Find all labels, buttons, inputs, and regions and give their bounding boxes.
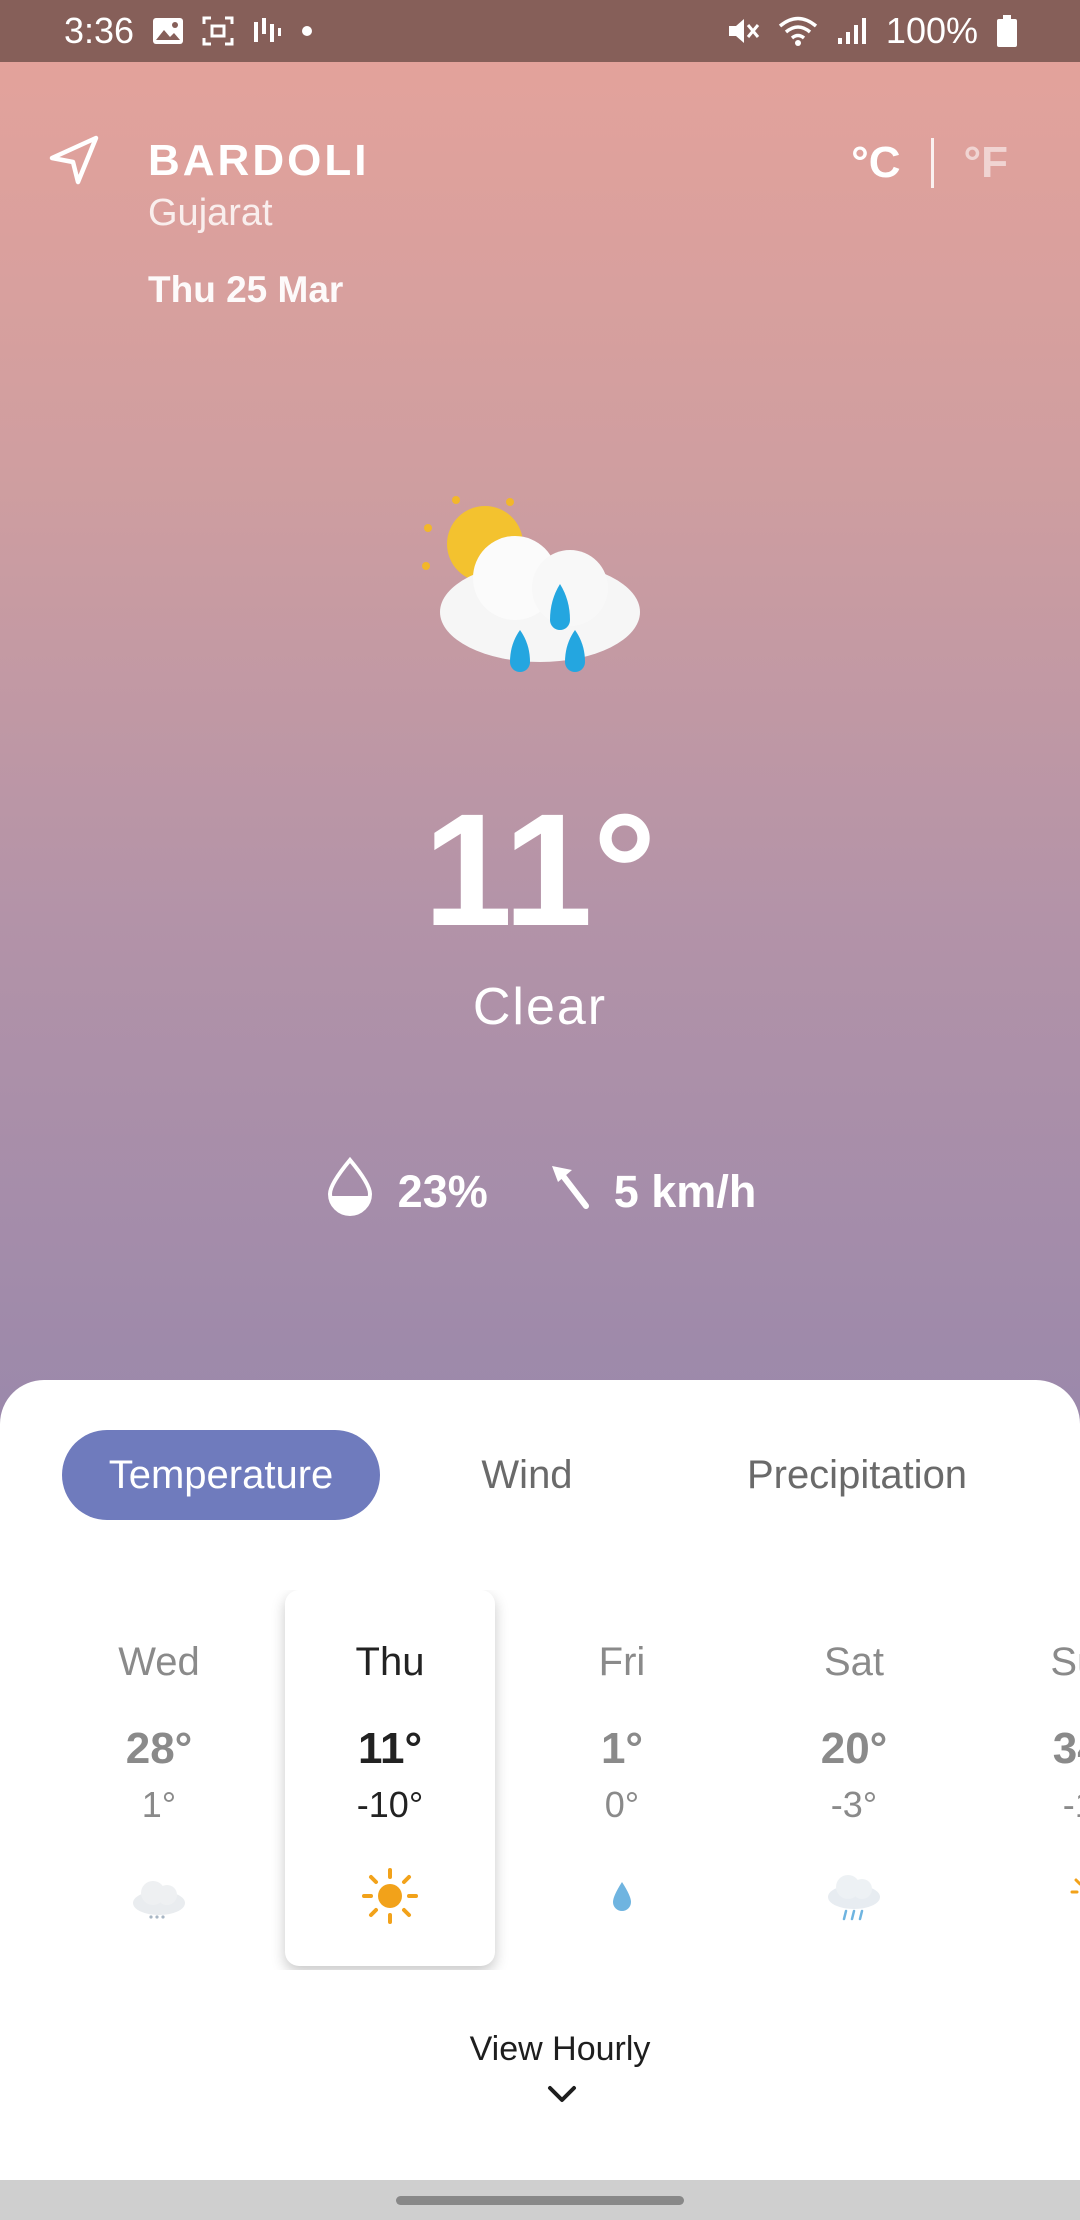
tab-precipitation[interactable]: Precipitation <box>696 1430 1018 1520</box>
tab-wind[interactable]: Wind <box>442 1430 612 1520</box>
unit-divider <box>930 138 934 188</box>
day-low: 1° <box>141 1784 177 1825</box>
signal-icon <box>836 16 868 46</box>
region-name: Gujarat <box>148 192 273 234</box>
day-high: 34° <box>1052 1724 1080 1773</box>
status-right: 100% <box>726 10 1018 52</box>
tab-temperature[interactable]: Temperature <box>62 1430 380 1520</box>
status-left: 3:36 <box>64 10 314 52</box>
day-high: 1° <box>600 1724 644 1773</box>
humidity-metric: 23% <box>324 1156 488 1227</box>
current-date: Thu 25 Mar <box>148 269 344 310</box>
unit-toggle: °C °F <box>851 138 1008 188</box>
day-low: 0° <box>604 1784 640 1825</box>
day-low: -10° <box>356 1784 424 1825</box>
daily-forecast-list: Wed 28° 1° Thu 11° -10° Fri 1° 0° Sat 20… <box>0 1590 1080 1970</box>
equalizer-icon <box>252 16 282 46</box>
system-nav-bar <box>0 2180 1080 2220</box>
forecast-sheet: Temperature Wind Precipitation Wed 28° 1… <box>0 1380 1080 2180</box>
forecast-day-fri[interactable]: Fri 1° 0° <box>517 1590 727 1966</box>
sun-cloud-rain-icon <box>420 492 660 712</box>
status-bar: 3:36 100% <box>0 0 1080 62</box>
celsius-option[interactable]: °C <box>851 138 900 188</box>
rain-cloud-icon <box>749 1866 959 1926</box>
chevron-down-icon[interactable] <box>544 2080 580 2110</box>
day-name: Fri <box>598 1640 646 1684</box>
wind-direction-icon <box>548 1162 592 1221</box>
wind-value: 5 km/h <box>613 1165 757 1217</box>
gallery-icon <box>152 17 184 45</box>
humidity-icon <box>324 1156 376 1227</box>
day-name: Wed <box>118 1640 200 1684</box>
forecast-day-sun[interactable]: Sun 34° -1° <box>981 1590 1080 1966</box>
current-weather-panel: BARDOLI Gujarat Thu 25 Mar °C °F 11° Cle… <box>0 62 1080 1442</box>
raindrop-icon <box>517 1866 727 1926</box>
day-low: -3° <box>830 1784 878 1825</box>
day-high: 28° <box>125 1724 193 1773</box>
forecast-day-wed[interactable]: Wed 28° 1° <box>54 1590 264 1966</box>
day-name: Sun <box>1050 1640 1080 1684</box>
fahrenheit-option[interactable]: °F <box>964 138 1008 188</box>
day-high: 20° <box>820 1724 888 1773</box>
city-name: BARDOLI <box>148 136 370 185</box>
wind-metric: 5 km/h <box>548 1156 757 1227</box>
metric-tabs: Temperature Wind Precipitation <box>62 1430 1018 1520</box>
location-arrow-icon[interactable] <box>46 132 102 188</box>
day-low: -1° <box>1062 1784 1080 1825</box>
mute-icon <box>726 15 760 47</box>
day-name: Thu <box>355 1640 425 1684</box>
current-condition: Clear <box>472 978 608 1036</box>
battery-icon <box>996 14 1018 48</box>
screenshot-icon <box>202 16 234 46</box>
home-gesture-handle[interactable] <box>396 2196 684 2205</box>
status-time: 3:36 <box>64 10 135 51</box>
cloud-icon <box>54 1866 264 1926</box>
current-metrics: 23% 5 km/h <box>0 1156 1080 1227</box>
forecast-day-thu[interactable]: Thu 11° -10° <box>285 1590 495 1966</box>
sun-rain-icon <box>981 1866 1080 1926</box>
day-high: 11° <box>357 1724 423 1773</box>
dot-icon <box>300 24 314 38</box>
day-name: Sat <box>823 1640 885 1684</box>
forecast-day-sat[interactable]: Sat 20° -3° <box>749 1590 959 1966</box>
humidity-value: 23% <box>397 1165 488 1217</box>
view-hourly-link[interactable]: View Hourly <box>0 2030 1080 2069</box>
current-temperature: 11° <box>423 780 657 959</box>
battery-percent: 100% <box>885 10 978 51</box>
sun-icon <box>285 1866 495 1926</box>
wifi-icon <box>778 15 818 47</box>
